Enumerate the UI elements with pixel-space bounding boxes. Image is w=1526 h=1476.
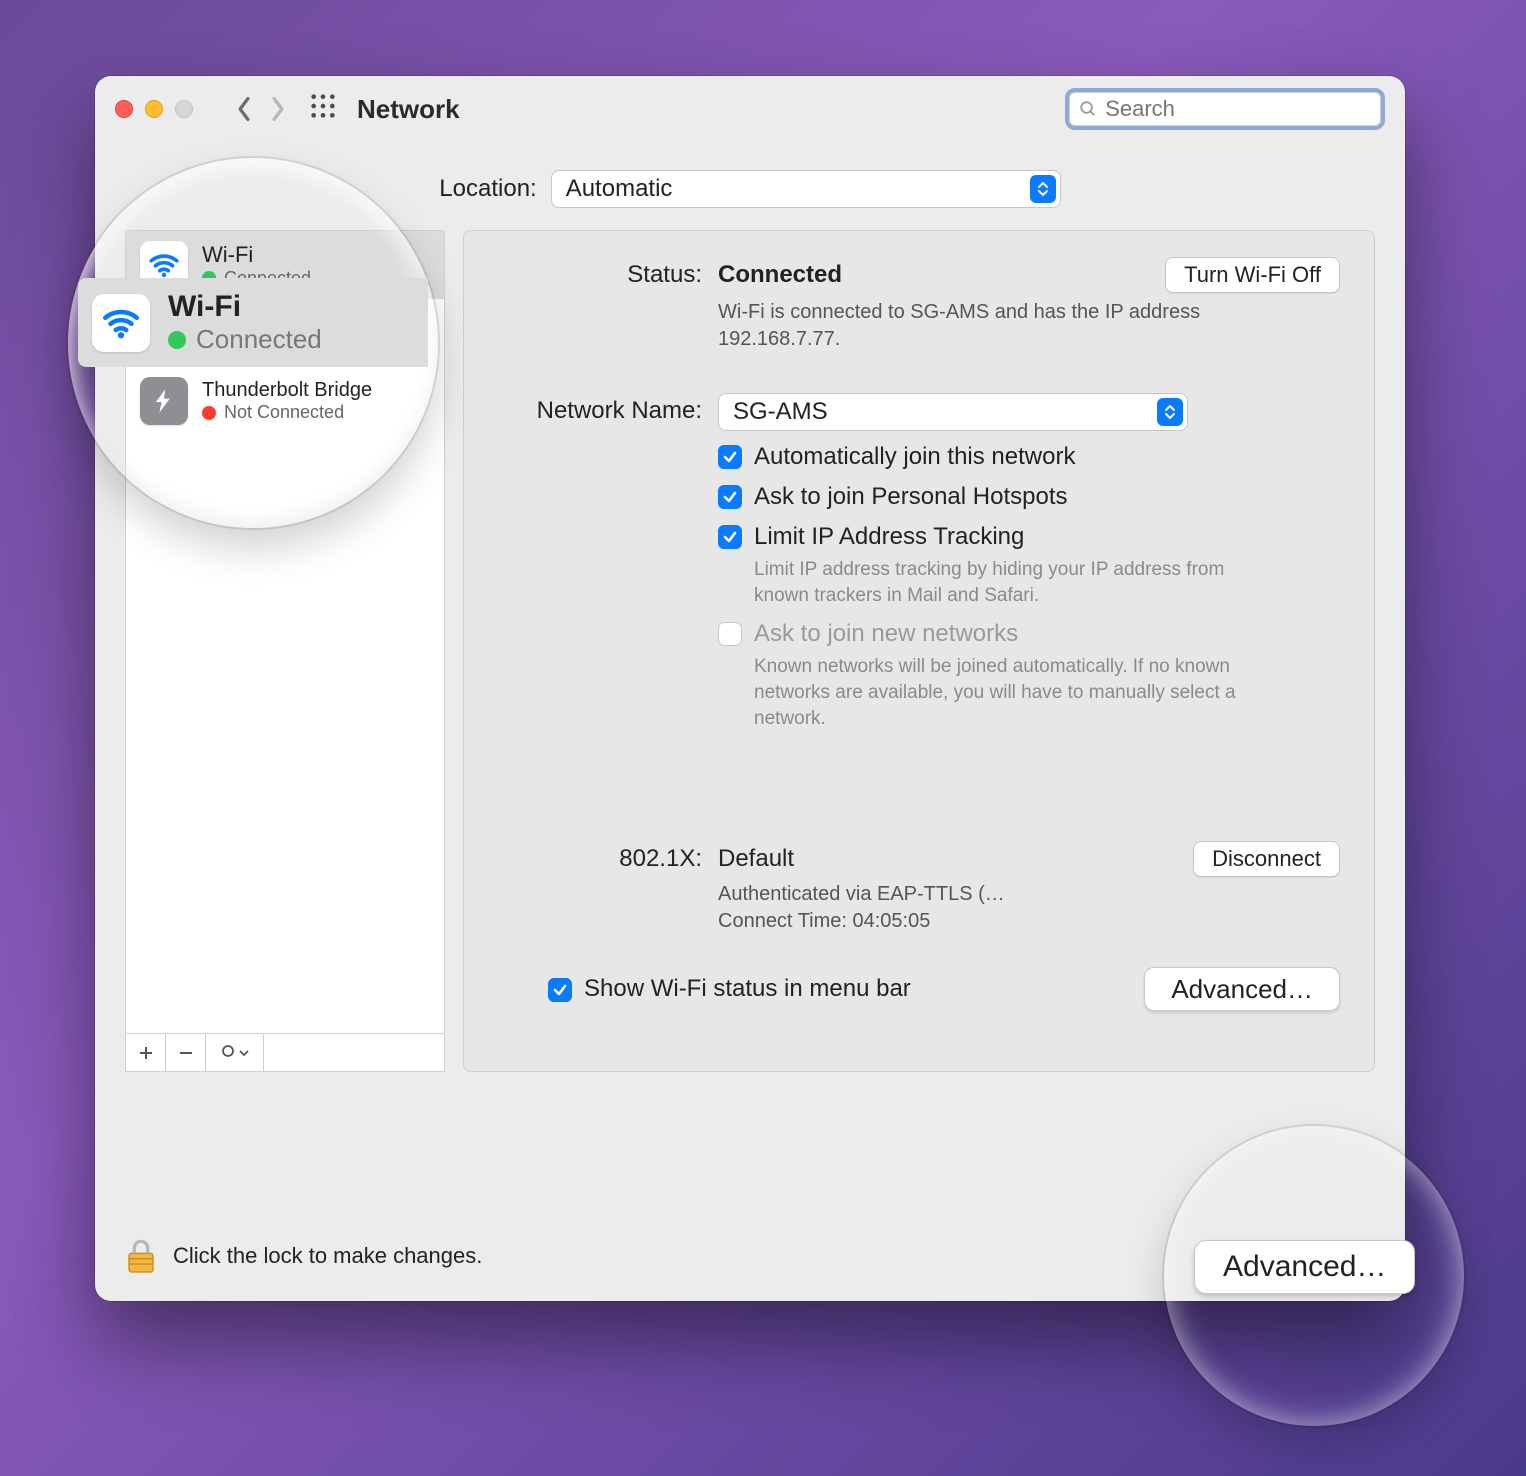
wifi-icon [92, 294, 150, 352]
forward-button [261, 92, 295, 126]
chevron-up-down-icon [1030, 175, 1056, 203]
status-row: Status: Connected Turn Wi-Fi Off Wi-Fi i… [498, 257, 1340, 353]
search-icon [1079, 99, 1097, 119]
window-title: Network [357, 94, 460, 125]
search-field[interactable] [1065, 88, 1385, 130]
show-all-icon[interactable] [309, 92, 337, 126]
lock-icon[interactable] [125, 1237, 157, 1275]
sidebar-footer [125, 1034, 445, 1072]
status-label: Status: [498, 257, 702, 353]
network-name-value: SG-AMS [733, 398, 828, 426]
status-description: Wi-Fi is connected to SG-AMS and has the… [718, 299, 1228, 353]
personal-hotspots-row: Ask to join Personal Hotspots [718, 483, 1340, 511]
dot1x-row: 802.1X: Default Disconnect Authenticated… [498, 841, 1340, 935]
search-input[interactable] [1105, 96, 1371, 122]
location-select[interactable]: Automatic [551, 170, 1061, 208]
dot1x-time-line: Connect Time: 04:05:05 [718, 908, 1228, 935]
network-name-row: Network Name: SG-AMS Automatically join … [498, 393, 1340, 731]
toolbar: Network [95, 76, 1405, 142]
status-value: Connected [718, 261, 842, 289]
status-dot-icon [168, 331, 186, 349]
limit-ip-row: Limit IP Address Tracking Limit IP addre… [718, 523, 1340, 608]
highlight-lens-advanced: Advanced… [1164, 1126, 1464, 1426]
ask-new-row: Ask to join new networks Known networks … [718, 620, 1340, 731]
menubar-label: Show Wi-Fi status in menu bar [584, 975, 911, 1003]
highlight-lens-wifi: Wi-Fi Connected [68, 158, 438, 528]
personal-hotspots-label: Ask to join Personal Hotspots [754, 483, 1068, 511]
zoom-window-button [175, 100, 193, 118]
network-name-label: Network Name: [498, 393, 702, 731]
advanced-button[interactable]: Advanced… [1144, 967, 1340, 1011]
minimize-window-button[interactable] [145, 100, 163, 118]
auto-join-checkbox[interactable] [718, 445, 742, 469]
dot1x-label: 802.1X: [498, 841, 702, 935]
lock-text: Click the lock to make changes. [173, 1243, 482, 1269]
location-label: Location: [439, 175, 536, 203]
add-interface-button[interactable] [126, 1034, 166, 1071]
auto-join-label: Automatically join this network [754, 443, 1075, 471]
details-panel: Status: Connected Turn Wi-Fi Off Wi-Fi i… [463, 230, 1375, 1072]
limit-ip-label: Limit IP Address Tracking [754, 523, 1254, 551]
limit-ip-description: Limit IP address tracking by hiding your… [754, 557, 1254, 608]
auto-join-row: Automatically join this network [718, 443, 1340, 471]
dot1x-value: Default [718, 845, 794, 873]
ask-new-description: Known networks will be joined automatica… [754, 654, 1254, 731]
interface-actions-button[interactable] [206, 1034, 264, 1071]
network-name-select[interactable]: SG-AMS [718, 393, 1188, 431]
lens-wifi-name: Wi-Fi [168, 290, 322, 324]
menubar-checkbox[interactable] [548, 978, 572, 1002]
window-controls [115, 100, 193, 118]
location-value: Automatic [566, 175, 673, 203]
ask-new-checkbox[interactable] [718, 622, 742, 646]
dot1x-disconnect-button[interactable]: Disconnect [1193, 841, 1340, 877]
personal-hotspots-checkbox[interactable] [718, 485, 742, 509]
limit-ip-checkbox[interactable] [718, 525, 742, 549]
advanced-button-magnified[interactable]: Advanced… [1194, 1240, 1415, 1294]
back-button[interactable] [227, 92, 261, 126]
close-window-button[interactable] [115, 100, 133, 118]
dot1x-auth-line: Authenticated via EAP-TTLS (… [718, 881, 1228, 908]
chevron-up-down-icon [1157, 398, 1183, 426]
remove-interface-button[interactable] [166, 1034, 206, 1071]
lens-wifi-status: Connected [196, 324, 322, 355]
ask-new-label: Ask to join new networks [754, 620, 1254, 648]
lock-row: Click the lock to make changes. [125, 1237, 482, 1275]
menubar-row: Show Wi-Fi status in menu bar Advanced… [498, 967, 1340, 1011]
toggle-wifi-button[interactable]: Turn Wi-Fi Off [1165, 257, 1340, 293]
